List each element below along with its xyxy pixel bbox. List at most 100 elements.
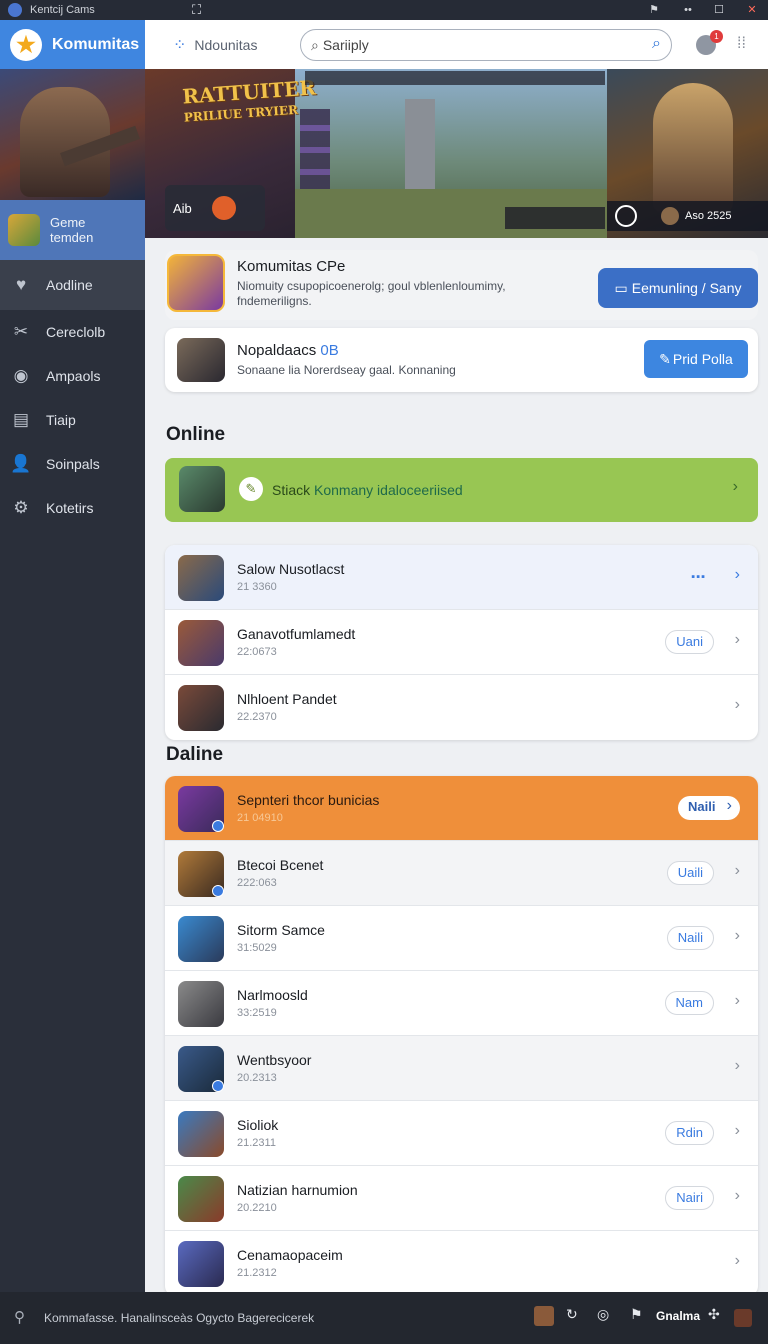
- list-item[interactable]: Natizian harnumion 20.2210 Nairi ›: [165, 1166, 758, 1231]
- item-name: Ganavotfumlamedt: [237, 626, 356, 642]
- sidebar-item-kotetirs[interactable]: ⚙ Kotetirs: [0, 486, 145, 530]
- search-icon[interactable]: ⌕: [652, 35, 661, 53]
- list-item[interactable]: Salow Nusotlacst 21 3360 ▪▪▪ ›: [165, 545, 758, 610]
- target-icon: ◉: [13, 366, 29, 385]
- sidebar-item-ampaols[interactable]: ◉ Ampaols: [0, 354, 145, 398]
- chevron-right-icon: ›: [732, 478, 738, 495]
- online-heading: Online: [166, 424, 226, 445]
- banner-castle: [405, 99, 435, 189]
- item-action-chip[interactable]: Nam: [664, 991, 714, 1015]
- item-sub: 33:2519: [237, 1007, 277, 1019]
- app-icon: [8, 3, 22, 17]
- list-item[interactable]: Sioliok 21.2311 Rdin ›: [165, 1101, 758, 1166]
- list-item[interactable]: Wentbsyoor 20.2313 ›: [165, 1036, 758, 1101]
- list-item[interactable]: Btecoi Bcenet 222:063 Uaili ›: [165, 841, 758, 906]
- close-icon[interactable]: ✕: [740, 0, 764, 20]
- game-thumb-icon[interactable]: [534, 1306, 554, 1326]
- status-right-label: Gnalma: [656, 1309, 701, 1323]
- news-card: Nopaldaacs 0B Sonaane lia Norerdseay gaa…: [165, 328, 758, 392]
- pin-icon: ✎: [239, 477, 263, 501]
- community-description: Niomuity csupopicoenerolg; goul vblenlen…: [237, 279, 506, 308]
- tab-label: Ndounitas: [194, 37, 258, 53]
- list-item[interactable]: Cenamaopaceim 21.2312 ›: [165, 1231, 758, 1296]
- search-input[interactable]: ⌕ Sariiply ⌕: [300, 29, 672, 61]
- item-action-chip[interactable]: Rdin: [665, 1121, 714, 1145]
- item-sub: 22.2370: [237, 711, 277, 723]
- puzzle-icon[interactable]: ✣: [708, 1306, 720, 1323]
- community-thumb: [167, 254, 225, 312]
- refresh-icon[interactable]: ↻: [566, 1306, 578, 1323]
- window-title: Kentcij Cams: [30, 4, 95, 16]
- chevron-right-icon: ›: [734, 1252, 740, 1269]
- item-name: Narlmoosld: [237, 987, 308, 1003]
- tab-ndounitas[interactable]: ⁘ Ndounitas: [173, 35, 257, 55]
- list-icon: ▤: [12, 410, 30, 429]
- brand-name: Komumitas: [52, 35, 140, 53]
- statusbar: ⚲ Kommafasse. Hanalinsceàs Ogycto Bagere…: [0, 1292, 768, 1344]
- featured-row[interactable]: ✎ Stiack Konmany idaloceeriised ›: [165, 458, 758, 522]
- chevron-right-icon: ›: [734, 1122, 740, 1139]
- list-item[interactable]: Narlmoosld 33:2519 Nam ›: [165, 971, 758, 1036]
- sidebar-item-aodline[interactable]: ♥ Aodline: [0, 260, 145, 310]
- item-action-chip[interactable]: Uani: [665, 630, 714, 654]
- item-thumb: [178, 620, 224, 666]
- community-button-label: Eemunling / Sany: [631, 280, 742, 296]
- news-button[interactable]: ✎ Prid Polla: [644, 340, 748, 378]
- sidebar-item-tiaip[interactable]: ▤ Tiaip: [0, 398, 145, 442]
- game-item-label: Geme temden: [50, 215, 93, 245]
- community-card: Komumitas CPe Niomuity csupopicoenerolg;…: [165, 250, 758, 320]
- online-list: Salow Nusotlacst 21 3360 ▪▪▪ › Ganavotfu…: [165, 545, 758, 740]
- banner-hud-bottom: [505, 207, 605, 229]
- item-action-chip[interactable]: Nairi: [665, 1186, 714, 1210]
- item-thumb: [178, 981, 224, 1027]
- tools-icon: ✂: [13, 322, 29, 341]
- item-action-chip[interactable]: Naili: [666, 926, 714, 950]
- game-banner[interactable]: RATTUITER PRILIUE TRYIER Aib Aso 2525: [145, 69, 768, 238]
- item-name: Natizian harnumion: [237, 1182, 358, 1198]
- sidebar-item-soinpals[interactable]: 👤 Soinpals: [0, 442, 145, 486]
- item-name: Sitorm Samce: [237, 922, 325, 938]
- edit-icon: ✎: [659, 350, 671, 367]
- news-description: Sonaane lia Norerdseay gaal. Konnaning: [237, 363, 456, 377]
- more-dots-icon[interactable]: ▪▪▪: [691, 571, 706, 583]
- paperclip-icon[interactable]: ⚲: [14, 1308, 34, 1328]
- sidebar-game-item[interactable]: Geme temden: [0, 200, 145, 260]
- star-logo-icon: ★: [10, 28, 42, 61]
- maximize-icon[interactable]: ☐: [707, 0, 731, 20]
- gear-icon: ⚙: [13, 498, 29, 517]
- item-name: Wentbsyoor: [237, 1052, 312, 1068]
- people-icon[interactable]: ⛶: [192, 2, 201, 18]
- verified-icon: [212, 1080, 224, 1092]
- more-icon[interactable]: ••: [676, 0, 700, 20]
- game-thumb: [8, 214, 40, 246]
- share-icon[interactable]: ⚑: [642, 0, 666, 20]
- game-item-line1: Geme: [50, 215, 86, 230]
- community-button[interactable]: ▭ Eemunling / Sany: [598, 268, 758, 308]
- target-icon[interactable]: ◎: [597, 1306, 609, 1323]
- flag-icon[interactable]: ⚑: [630, 1306, 643, 1323]
- item-name: Sioliok: [237, 1117, 279, 1133]
- sidebar-hero-art: [0, 69, 145, 200]
- sidebar-item-cereclolb[interactable]: ✂ Cereclolb: [0, 310, 145, 354]
- item-thumb: [178, 555, 224, 601]
- news-title: Nopaldaacs 0B: [237, 342, 339, 359]
- game-item-line2: temden: [50, 230, 94, 245]
- apps-icon: ⁘: [173, 37, 187, 54]
- grid-icon[interactable]: ⁞⁞: [737, 35, 746, 53]
- status-text: Kommafasse. Hanalinsceàs Ogycto Bagereci…: [44, 1311, 315, 1325]
- banner-mini-panel[interactable]: Aib: [165, 185, 265, 231]
- list-item[interactable]: Nlhloent Pandet 22.2370 ›: [165, 675, 758, 740]
- window-titlebar: Kentcij Cams ⛶ ⚑ •• ☐ ✕: [0, 0, 768, 20]
- list-item[interactable]: Ganavotfumlamedt 22:0673 Uani ›: [165, 610, 758, 675]
- item-sub: 21 04910: [237, 812, 283, 824]
- brand[interactable]: ★ Komumitas: [0, 20, 145, 69]
- notification-badge: 1: [710, 30, 723, 43]
- item-sub: 21.2312: [237, 1267, 277, 1279]
- item-name: Sepnteri thcor bunicias: [237, 792, 380, 808]
- verified-icon: [212, 820, 224, 832]
- item-action-chip[interactable]: Uaili: [666, 861, 714, 885]
- avatar[interactable]: [734, 1309, 752, 1327]
- list-item[interactable]: Sepnteri thcor bunicias 21 04910 Naili ›: [165, 776, 758, 841]
- list-item[interactable]: Sitorm Samce 31:5029 Naili ›: [165, 906, 758, 971]
- featured-thumb: [179, 466, 225, 512]
